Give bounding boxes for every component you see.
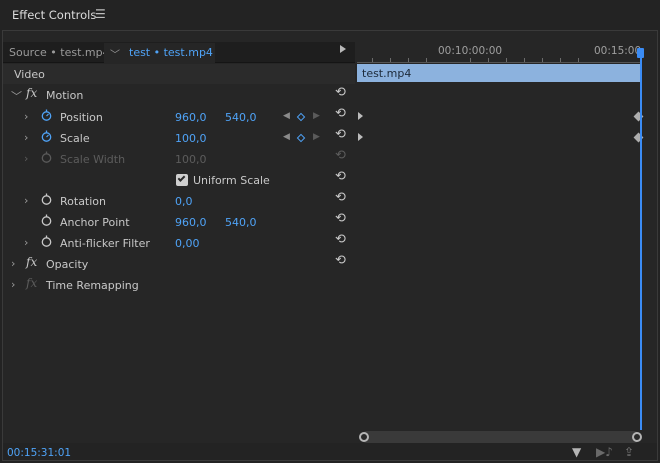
reset-icon[interactable]: ⟲ — [335, 169, 346, 184]
position-x-value[interactable]: 960,0 — [175, 111, 207, 124]
tab-sequence-clip[interactable]: test • test.mp4 — [129, 46, 213, 59]
stopwatch-icon — [41, 151, 52, 163]
property-label: Position — [60, 111, 103, 124]
ruler-tick — [408, 58, 409, 62]
effect-motion-label: Motion — [46, 89, 84, 102]
reset-icon[interactable]: ⟲ — [335, 85, 346, 100]
effect-time-remapping-label: Time Remapping — [46, 279, 139, 292]
section-title: Video — [14, 68, 45, 81]
prev-keyframe-icon[interactable]: ◀ — [283, 111, 290, 121]
scale-width-value: 100,0 — [175, 153, 207, 166]
fx-icon[interactable]: fx — [26, 86, 37, 100]
chevron-right-icon[interactable]: › — [24, 110, 28, 123]
anti-flicker-value[interactable]: 0,00 — [175, 237, 200, 250]
playhead-handle[interactable] — [637, 48, 644, 58]
stopwatch-icon[interactable] — [41, 193, 52, 205]
chevron-right-icon[interactable]: › — [24, 236, 28, 249]
timeline-area[interactable] — [357, 42, 642, 430]
chevron-right-icon[interactable]: › — [11, 257, 15, 270]
filter-icon[interactable]: ▼ — [572, 445, 581, 459]
stopwatch-icon[interactable] — [41, 109, 52, 121]
ruler-tick — [542, 58, 543, 62]
position-y-value[interactable]: 540,0 — [225, 111, 257, 124]
reset-icon[interactable]: ⟲ — [335, 127, 346, 142]
ruler-time-label: 00:10:00:00 — [438, 45, 503, 57]
anchor-y-value[interactable]: 540,0 — [225, 216, 257, 229]
fx-icon: fx — [26, 276, 38, 290]
property-label: Scale Width — [60, 153, 126, 166]
tab-source[interactable]: Source • test.mp4 — [9, 46, 110, 59]
ruler-tick — [560, 58, 561, 62]
reset-icon[interactable]: ⟲ — [335, 211, 346, 226]
fx-icon[interactable]: fx — [26, 255, 37, 269]
ruler-tick — [488, 58, 489, 62]
chevron-right-icon[interactable]: › — [24, 194, 28, 207]
check-icon — [177, 174, 186, 182]
play-icon[interactable] — [340, 45, 346, 53]
timeline-keyframe-start[interactable] — [358, 133, 363, 141]
next-keyframe-icon[interactable]: ▶ — [313, 132, 320, 142]
time-ruler[interactable] — [357, 62, 641, 63]
effect-opacity-label: Opacity — [46, 258, 89, 271]
scale-value[interactable]: 100,0 — [175, 132, 207, 145]
export-icon[interactable]: ⇪ — [624, 445, 634, 459]
stopwatch-icon[interactable] — [41, 235, 52, 247]
ruler-tick — [390, 58, 391, 62]
play-audio-icon[interactable]: ▶♪ — [596, 445, 613, 459]
scroll-handle-right[interactable] — [632, 432, 642, 442]
footer-bar — [3, 443, 657, 460]
ruler-time-label: 00:15:00 — [594, 45, 642, 57]
chevron-down-icon[interactable]: ﹀ — [11, 88, 22, 104]
chevron-right-icon[interactable]: › — [11, 278, 15, 291]
ruler-tick — [470, 58, 471, 62]
next-keyframe-icon[interactable]: ▶ — [313, 111, 320, 121]
scroll-handle-left[interactable] — [359, 432, 369, 442]
ruler-tick — [372, 58, 373, 62]
property-label: Anchor Point — [60, 216, 130, 229]
timeline-keyframe-start[interactable] — [358, 112, 363, 120]
ruler-tick — [524, 58, 525, 62]
reset-icon[interactable]: ⟲ — [335, 190, 346, 205]
prev-keyframe-icon[interactable]: ◀ — [283, 132, 290, 142]
ruler-tick — [426, 58, 427, 62]
reset-icon[interactable]: ⟲ — [335, 106, 346, 121]
chevron-right-icon: › — [24, 152, 29, 165]
stopwatch-icon[interactable] — [41, 214, 52, 226]
reset-icon[interactable]: ⟲ — [335, 232, 346, 247]
video-section-header — [3, 64, 355, 84]
property-label: Anti-flicker Filter — [60, 237, 150, 250]
reset-icon[interactable]: ⟲ — [335, 253, 346, 268]
chevron-down-icon[interactable]: ﹀ — [110, 46, 120, 61]
panel-title[interactable]: Effect Controls — [12, 8, 96, 22]
rotation-value[interactable]: 0,0 — [175, 195, 193, 208]
current-timecode[interactable]: 00:15:31:01 — [7, 447, 71, 459]
uniform-scale-label: Uniform Scale — [193, 174, 270, 187]
playhead[interactable] — [640, 48, 642, 430]
property-label: Scale — [60, 132, 90, 145]
hamburger-icon[interactable]: ☰ — [95, 7, 106, 21]
ruler-tick — [506, 58, 507, 62]
timeline-scrollbar[interactable] — [361, 431, 640, 443]
chevron-right-icon[interactable]: › — [24, 131, 28, 144]
property-label: Rotation — [60, 195, 107, 208]
anchor-x-value[interactable]: 960,0 — [175, 216, 207, 229]
stopwatch-icon[interactable] — [41, 130, 52, 142]
uniform-scale-checkbox[interactable] — [176, 174, 188, 186]
clip-label: test.mp4 — [362, 67, 412, 80]
reset-icon: ⟲ — [335, 148, 346, 163]
ruler-tick — [578, 58, 579, 62]
